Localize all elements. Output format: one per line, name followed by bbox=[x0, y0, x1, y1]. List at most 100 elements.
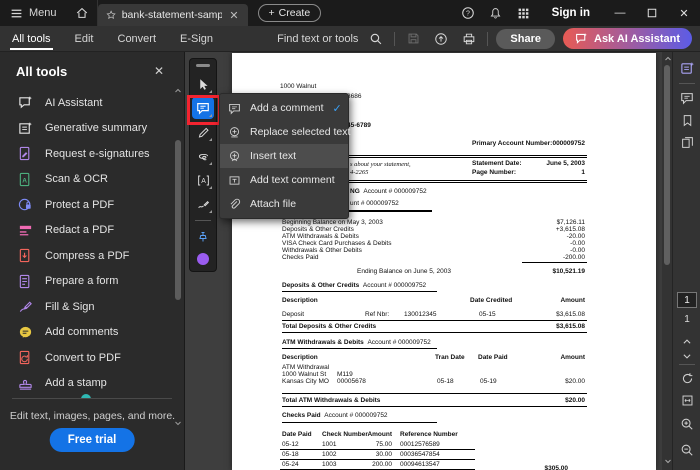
comments-panel-button[interactable] bbox=[673, 88, 700, 108]
check-ref: 00012576589 bbox=[400, 441, 440, 448]
next-page-button[interactable] bbox=[673, 346, 700, 366]
sign-in-button[interactable]: Sign in bbox=[538, 7, 604, 19]
strip-drag-handle[interactable] bbox=[196, 64, 210, 67]
rule bbox=[282, 422, 437, 423]
free-trial-button[interactable]: Free trial bbox=[49, 428, 135, 452]
check-ref: 00094613547 bbox=[400, 461, 440, 468]
signature-tool[interactable] bbox=[192, 193, 214, 215]
sidebar-item-compress-pdf[interactable]: Compress a PDF bbox=[0, 243, 172, 269]
document-tab[interactable]: bank-statement-sample... ✕ bbox=[97, 4, 248, 26]
apps-button[interactable] bbox=[510, 0, 538, 26]
find-label[interactable]: Find text or tools bbox=[277, 33, 358, 45]
pin-tool[interactable] bbox=[192, 226, 214, 248]
search-button[interactable] bbox=[366, 29, 386, 49]
plus-icon: + bbox=[268, 7, 275, 19]
generative-summary-button[interactable] bbox=[673, 58, 700, 78]
scroll-down-icon[interactable] bbox=[663, 456, 672, 466]
sidebar-item-label: Request e-signatures bbox=[45, 147, 150, 160]
rail-divider bbox=[679, 364, 695, 365]
primary-account-value: 000009752 bbox=[552, 140, 585, 147]
sidebar-item-redact-pdf[interactable]: Redact a PDF bbox=[0, 218, 172, 244]
deposit-row-desc: Deposit bbox=[282, 311, 305, 318]
document-scroll-thumb[interactable] bbox=[664, 65, 670, 265]
sidebar-item-scan-ocr[interactable]: A Scan & OCR bbox=[0, 167, 172, 193]
sidebar-item-fill-sign[interactable]: Fill & Sign bbox=[0, 294, 172, 320]
rule bbox=[280, 459, 475, 460]
draw-tool[interactable] bbox=[192, 145, 214, 167]
zoom-in-button[interactable] bbox=[673, 414, 700, 434]
share-button[interactable]: Share bbox=[496, 28, 555, 49]
all-tools-panel: All tools ✕ AI Assistant Generative summ… bbox=[0, 52, 185, 470]
sidebar-item-ai-assistant[interactable]: AI Assistant bbox=[0, 90, 172, 116]
sidebar-item-request-esignatures[interactable]: Request e-signatures bbox=[0, 141, 172, 167]
sidebar-item-label: Generative summary bbox=[45, 122, 148, 135]
col-header: Description bbox=[282, 297, 318, 304]
summary-label: Checks Paid bbox=[282, 254, 319, 261]
sidebar-item-convert-pdf[interactable]: Convert to PDF bbox=[0, 345, 172, 371]
rule bbox=[282, 291, 437, 292]
home-button[interactable] bbox=[67, 0, 98, 26]
sidebar-item-label: Protect a PDF bbox=[45, 198, 115, 211]
page-number-input[interactable]: 1 bbox=[677, 292, 697, 308]
summary-amount: -200.00 bbox=[562, 254, 585, 261]
zoom-out-button[interactable] bbox=[673, 440, 700, 460]
window-minimize-button[interactable]: — bbox=[604, 0, 636, 26]
page-thumbnails-button[interactable] bbox=[673, 132, 700, 152]
scroll-up-icon[interactable] bbox=[173, 86, 183, 96]
scroll-up-icon[interactable] bbox=[663, 54, 672, 64]
atm-date-paid: 05-19 bbox=[480, 378, 497, 385]
fit-page-button[interactable] bbox=[673, 390, 700, 410]
sidebar-item-generative-summary[interactable]: Generative summary bbox=[0, 116, 172, 142]
search-icon bbox=[371, 33, 382, 44]
sidebar-item-protect-pdf[interactable]: Protect a PDF bbox=[0, 192, 172, 218]
sidebar-item-prepare-form[interactable]: Prepare a form bbox=[0, 269, 172, 295]
sidebar-item-add-comments[interactable]: Add comments bbox=[0, 320, 172, 346]
create-button[interactable]: + Create bbox=[257, 4, 322, 22]
rule bbox=[282, 320, 587, 321]
save-button[interactable] bbox=[403, 29, 423, 49]
print-button[interactable] bbox=[459, 29, 479, 49]
upload-button[interactable] bbox=[431, 29, 451, 49]
bookmarks-panel-button[interactable] bbox=[673, 110, 700, 130]
menu-item-insert-text[interactable]: Insert text bbox=[220, 144, 348, 168]
help-button[interactable]: ? bbox=[454, 0, 482, 26]
menu-button[interactable]: Menu bbox=[0, 0, 67, 26]
scroll-down-icon[interactable] bbox=[173, 418, 183, 428]
tab-close-icon[interactable]: ✕ bbox=[228, 9, 239, 22]
rotate-icon bbox=[682, 372, 692, 383]
tab-edit[interactable]: Edit bbox=[63, 26, 106, 51]
tab-all-tools[interactable]: All tools bbox=[0, 26, 63, 51]
divider bbox=[394, 31, 396, 46]
document-scrollbar[interactable] bbox=[662, 52, 672, 470]
deposits-total-label: Total Deposits & Other Credits bbox=[282, 323, 377, 330]
panel-close-icon[interactable]: ✕ bbox=[150, 62, 168, 80]
col-header: Date Paid bbox=[282, 431, 312, 438]
panel-scroll-thumb[interactable] bbox=[175, 140, 181, 300]
window-close-button[interactable]: ✕ bbox=[668, 0, 700, 26]
panel-scrollbar[interactable] bbox=[173, 86, 183, 426]
text-box-tool[interactable]: A bbox=[192, 169, 214, 191]
notifications-button[interactable] bbox=[482, 0, 510, 26]
rotate-page-button[interactable] bbox=[673, 368, 700, 388]
col-header: Date Credited bbox=[470, 297, 513, 304]
menu-label: Menu bbox=[29, 7, 57, 19]
ask-ai-assistant-button[interactable]: Ask AI Assistant bbox=[563, 28, 692, 49]
window-maximize-button[interactable] bbox=[636, 0, 668, 26]
chevron-down-icon bbox=[683, 354, 691, 359]
menu-item-replace-selected-text[interactable]: Replace selected text bbox=[220, 120, 350, 144]
add-comments-icon bbox=[19, 326, 32, 338]
menu-item-attach-file[interactable]: Attach file bbox=[220, 192, 348, 216]
lasso-icon bbox=[198, 153, 208, 160]
highlight-annotation-red-box bbox=[187, 95, 221, 125]
tab-convert[interactable]: Convert bbox=[106, 26, 169, 51]
color-swatch[interactable] bbox=[197, 253, 209, 265]
page-number-label: Page Number: bbox=[472, 169, 517, 176]
menu-item-add-comment[interactable]: Add a comment ✓ bbox=[220, 96, 348, 120]
titlebar: Menu bank-statement-sample... ✕ + Create… bbox=[0, 0, 700, 26]
tool-list: AI Assistant Generative summary Request … bbox=[0, 90, 172, 396]
tab-esign[interactable]: E-Sign bbox=[168, 26, 225, 51]
deposits-section-title: Deposits & Other Credits Account # 00000… bbox=[282, 282, 427, 289]
select-tool[interactable] bbox=[192, 73, 214, 95]
menu-item-add-text-comment[interactable]: Add text comment bbox=[220, 168, 348, 192]
text-comment-icon bbox=[229, 175, 240, 185]
